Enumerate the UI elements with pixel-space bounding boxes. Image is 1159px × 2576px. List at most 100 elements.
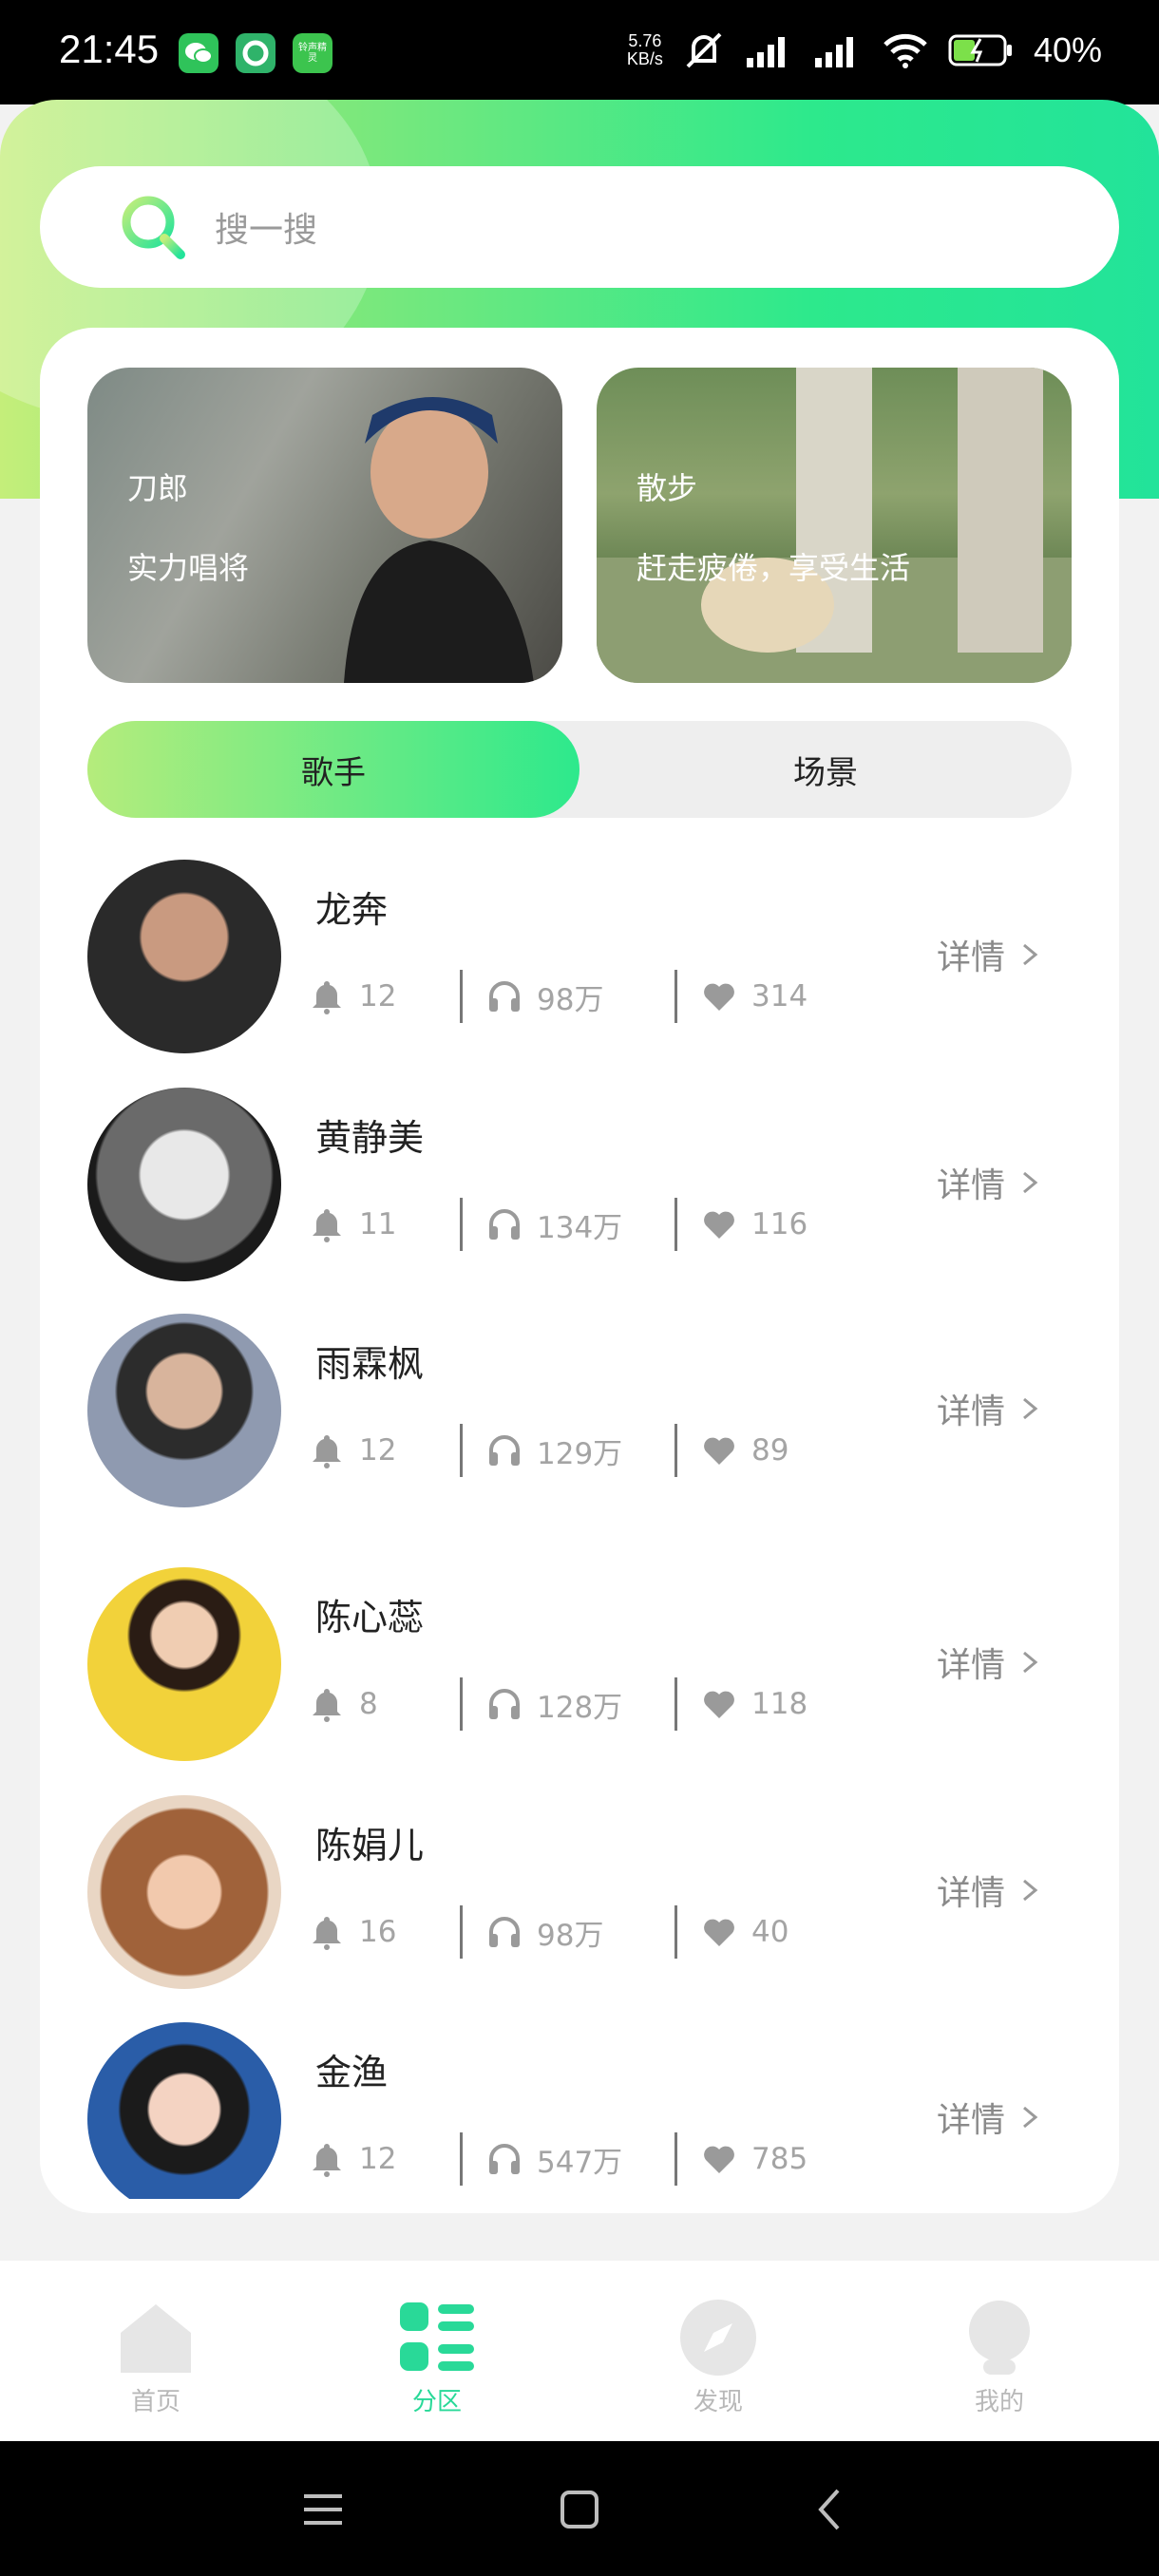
- singer-name: 陈娟儿: [315, 1825, 425, 1866]
- menu-icon[interactable]: [294, 2481, 352, 2538]
- bottom-nav: 首页 分区 发现 我的: [0, 2261, 1159, 2441]
- singer-stats: 12 547万 785: [308, 2132, 808, 2186]
- banner-scene[interactable]: 散步 赶走疲倦，享受生活: [597, 368, 1072, 683]
- notification-icons: 铃声精灵: [179, 33, 332, 73]
- signal-hd-icon: [814, 37, 853, 67]
- detail-link[interactable]: 详情: [937, 1384, 1041, 1433]
- nav-item-home[interactable]: 首页: [99, 2297, 213, 2417]
- system-nav-bar: [0, 2441, 1159, 2576]
- tab-singer[interactable]: 歌手: [87, 721, 580, 818]
- detail-link[interactable]: 详情: [937, 930, 1041, 979]
- avatar: [87, 1567, 281, 1761]
- headphones-icon: [489, 2144, 520, 2174]
- like-count: 116: [751, 1207, 808, 1241]
- subscriber-count: 16: [359, 1915, 397, 1949]
- detail-link[interactable]: 详情: [937, 1638, 1041, 1687]
- detail-label: 详情: [937, 2101, 1006, 2140]
- play-count: 98万: [537, 1918, 604, 1953]
- main-card: 刀郎 实力唱将 散步 赶走疲倦，享受生活 歌手 场景 龙奔 12 98万 314…: [40, 328, 1119, 2213]
- signal-icon: [746, 37, 785, 67]
- avatar: [87, 1314, 281, 1507]
- chevron-right-icon: [1023, 1651, 1038, 1674]
- list-item[interactable]: 龙奔 12 98万 314 详情: [40, 860, 1119, 1059]
- bell-icon: [313, 981, 341, 1014]
- nav-item-profile[interactable]: 我的: [942, 2297, 1056, 2417]
- play-count: 547万: [537, 2145, 623, 2180]
- nav-item-discover[interactable]: 发现: [661, 2297, 775, 2417]
- net-speed-unit: KB/s: [626, 49, 663, 68]
- status-time: 21:45: [59, 27, 160, 71]
- singer-name: 龙奔: [315, 889, 389, 931]
- heart-icon: [704, 1437, 734, 1465]
- banner-singer[interactable]: 刀郎 实力唱将: [87, 368, 562, 683]
- network-speed: 5.76 KB/s: [627, 32, 663, 68]
- bell-icon: [313, 1689, 341, 1722]
- detail-link[interactable]: 详情: [937, 1866, 1041, 1915]
- list-item[interactable]: 金渔 12 547万 785 详情: [40, 2022, 1119, 2199]
- profile-icon: [969, 2301, 1030, 2375]
- singer-name: 雨霖枫: [315, 1343, 425, 1385]
- headphones-icon: [489, 1917, 520, 1947]
- heart-icon: [704, 2146, 734, 2173]
- avatar: [87, 860, 281, 1053]
- headphones-icon: [489, 1209, 520, 1240]
- like-count: 785: [751, 2142, 808, 2176]
- like-count: 40: [751, 1915, 789, 1949]
- like-count: 314: [751, 979, 808, 1013]
- mini-app-icon: 铃声精灵: [293, 33, 332, 73]
- list-item[interactable]: 陈娟儿 16 98万 40 详情: [40, 1795, 1119, 1995]
- home-button-icon[interactable]: [551, 2481, 608, 2538]
- singer-stats: 16 98万 40: [308, 1905, 788, 1959]
- battery-icon: [948, 34, 1012, 66]
- avatar: [87, 1088, 281, 1281]
- singer-list: 龙奔 12 98万 314 详情 黄静美 11 134万 116 详情 雨霖枫 …: [40, 860, 1119, 2199]
- back-icon[interactable]: [802, 2481, 859, 2538]
- banner-title: 刀郎: [127, 470, 189, 506]
- heart-icon: [704, 983, 734, 1011]
- search-placeholder: 搜一搜: [215, 211, 318, 250]
- banner-subtitle: 实力唱将: [127, 550, 250, 586]
- ringtone-app-icon: [236, 33, 276, 73]
- nav-label: 发现: [693, 2388, 743, 2416]
- heart-icon: [704, 1691, 734, 1718]
- wechat-icon: [179, 33, 218, 73]
- play-count: 129万: [537, 1436, 623, 1471]
- status-bar: 21:45 铃声精灵 5.76 KB/s 40%: [0, 0, 1159, 104]
- mute-icon: [686, 32, 722, 68]
- bell-icon: [313, 1435, 341, 1468]
- battery-percent: 40%: [1033, 30, 1102, 69]
- bell-icon: [313, 2144, 341, 2177]
- play-count: 98万: [537, 982, 604, 1017]
- detail-link[interactable]: 详情: [937, 2093, 1041, 2142]
- play-count: 134万: [537, 1210, 623, 1245]
- detail-label: 详情: [937, 1392, 1006, 1431]
- search-icon: [122, 196, 185, 259]
- net-speed-value: 5.76: [628, 31, 662, 50]
- list-item[interactable]: 雨霖枫 12 129万 89 详情: [40, 1314, 1119, 1513]
- singer-name: 黄静美: [315, 1117, 425, 1159]
- bell-icon: [313, 1209, 341, 1242]
- detail-link[interactable]: 详情: [937, 1158, 1041, 1207]
- nav-label: 我的: [974, 2388, 1024, 2416]
- search-bar[interactable]: 搜一搜: [40, 166, 1119, 288]
- list-item[interactable]: 黄静美 11 134万 116 详情: [40, 1088, 1119, 1287]
- singer-stats: 11 134万 116: [308, 1198, 808, 1251]
- like-count: 118: [751, 1687, 808, 1721]
- singer-photo: [344, 397, 534, 683]
- subscriber-count: 12: [359, 979, 397, 1013]
- chevron-right-icon: [1023, 2106, 1038, 2129]
- avatar: [87, 2022, 281, 2199]
- headphones-icon: [489, 1435, 520, 1466]
- nav-item-category[interactable]: 分区: [380, 2297, 494, 2417]
- detail-label: 详情: [937, 1874, 1006, 1913]
- chevron-right-icon: [1023, 1879, 1038, 1902]
- singer-stats: 12 98万 314: [308, 970, 808, 1023]
- compass-icon: [680, 2300, 756, 2376]
- bell-icon: [313, 1917, 341, 1950]
- category-icon: [400, 2302, 474, 2371]
- chevron-right-icon: [1023, 1171, 1038, 1194]
- tab-scene[interactable]: 场景: [580, 721, 1072, 818]
- list-item[interactable]: 陈心蕊 8 128万 118 详情: [40, 1567, 1119, 1767]
- detail-label: 详情: [937, 1166, 1006, 1205]
- avatar: [87, 1795, 281, 1989]
